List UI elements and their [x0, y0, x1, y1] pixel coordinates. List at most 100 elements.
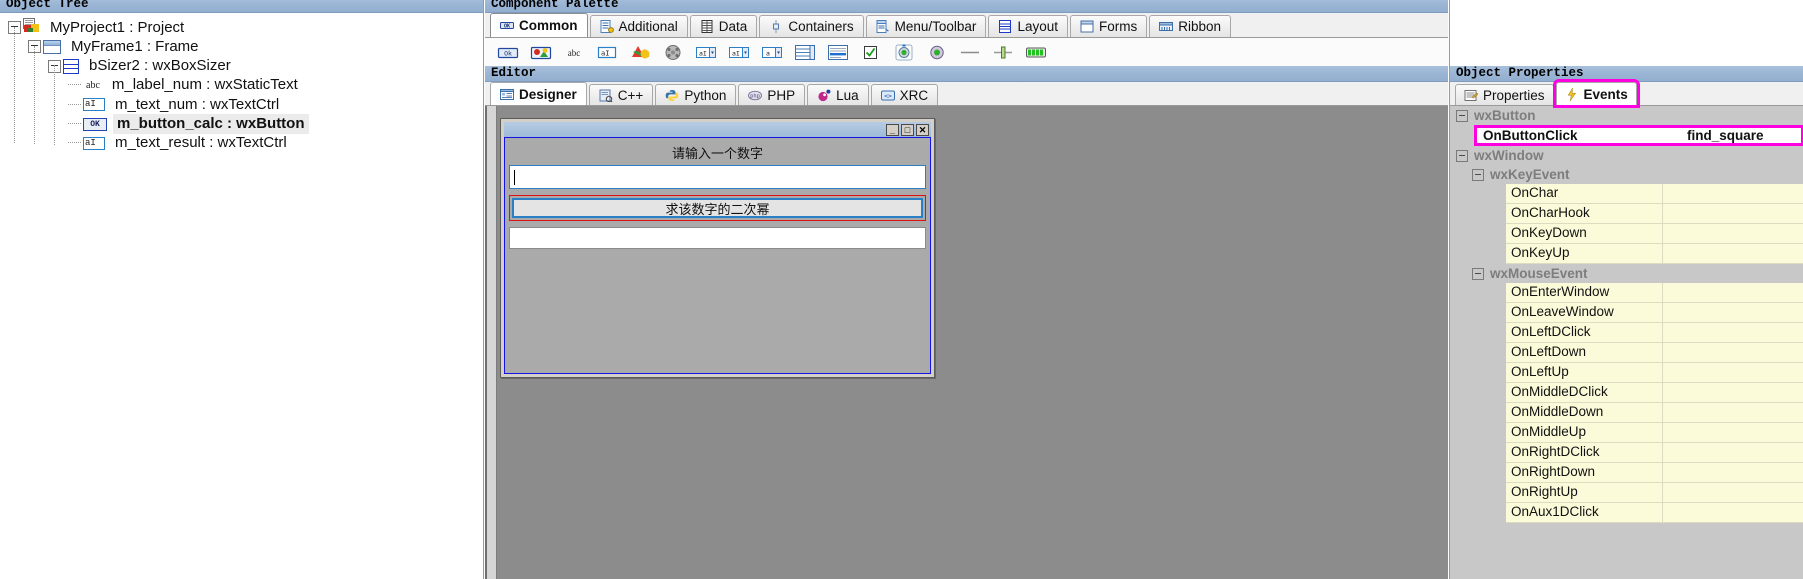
event-handler-value[interactable] — [1663, 184, 1803, 203]
event-row-OnRightUp[interactable]: OnRightUp — [1506, 483, 1803, 503]
palette-tab-containers[interactable]: Containers — [759, 15, 864, 37]
wxtogglebutton-icon[interactable] — [926, 44, 948, 61]
event-handler-value[interactable] — [1663, 323, 1803, 342]
designer-canvas[interactable]: _ □ ✕ 请输入一个数字 求该数字的二次幂 — [485, 106, 1448, 579]
tree-item-0[interactable]: MyProject1 : Project — [8, 17, 188, 38]
tree-item-3[interactable]: abc m_label_num : wxStaticText — [68, 75, 302, 96]
editor-tab-php[interactable]: php PHP — [738, 84, 806, 105]
event-group-wxKeyEvent[interactable]: wxKeyEvent — [1450, 165, 1803, 184]
palette-tab-menu-toolbar[interactable]: Menu/Toolbar — [865, 15, 987, 37]
wxlistbox-icon[interactable] — [794, 44, 816, 61]
event-row-OnKeyUp[interactable]: OnKeyUp — [1506, 244, 1803, 264]
editor-tab-python[interactable]: Python — [655, 84, 737, 105]
event-handler-value[interactable] — [1663, 383, 1803, 402]
group-collapse-icon[interactable] — [1456, 149, 1468, 162]
event-row-OnRightDown[interactable]: OnRightDown — [1506, 463, 1803, 483]
component-palette-tabs[interactable]: OK Common Additional Data Containers Menu/Too… — [485, 13, 1448, 38]
group-collapse-icon[interactable] — [1456, 109, 1468, 122]
event-row-OnLeftDown[interactable]: OnLeftDown — [1506, 343, 1803, 363]
wxstaticbitmap-icon[interactable] — [629, 44, 651, 61]
component-palette-toolbar[interactable]: Ok abc aI aI aI a — [485, 38, 1448, 68]
group-collapse-icon[interactable] — [1472, 168, 1484, 181]
event-row-OnRightDClick[interactable]: OnRightDClick — [1506, 443, 1803, 463]
palette-tab-common[interactable]: OK Common — [490, 13, 588, 37]
event-handler-value[interactable] — [1663, 204, 1803, 223]
wxcheckbox-icon[interactable] — [860, 44, 882, 61]
event-handler-value[interactable] — [1663, 463, 1803, 482]
wxtextctrl-icon[interactable]: aI — [596, 44, 618, 61]
wxchoice-icon[interactable]: aI — [728, 44, 750, 61]
event-row-OnLeftDClick[interactable]: OnLeftDClick — [1506, 323, 1803, 343]
event-handler-value[interactable]: find_square — [1682, 128, 1801, 143]
event-handler-value[interactable] — [1663, 443, 1803, 462]
event-handler-value[interactable] — [1663, 403, 1803, 422]
close-button[interactable]: ✕ — [916, 123, 929, 136]
palette-tab-forms[interactable]: Forms — [1069, 15, 1148, 37]
number-input[interactable] — [509, 165, 926, 189]
event-name: OnLeaveWindow — [1506, 303, 1663, 322]
result-input[interactable] — [509, 227, 926, 249]
event-handler-value[interactable] — [1663, 224, 1803, 243]
object-properties-tabs[interactable]: Properties Events — [1450, 79, 1803, 108]
editor-tab-lua[interactable]: Lua — [807, 84, 869, 105]
tree-item-1[interactable]: MyFrame1 : Frame — [28, 36, 203, 57]
wxanimationctrl-icon[interactable] — [662, 44, 684, 61]
event-row-OnCharHook[interactable]: OnCharHook — [1506, 204, 1803, 224]
event-handler-value[interactable] — [1663, 303, 1803, 322]
ribbon-icon — [1159, 20, 1174, 33]
event-row-OnLeftUp[interactable]: OnLeftUp — [1506, 363, 1803, 383]
editor-tab-designer[interactable]: Designer — [490, 82, 587, 105]
wxrichtextctrl-icon[interactable] — [827, 44, 849, 61]
wxradiobutton-icon[interactable] — [893, 44, 915, 61]
properties-tab-properties[interactable]: Properties — [1455, 84, 1554, 105]
wxgauge-icon[interactable] — [1025, 44, 1047, 61]
palette-tab-ribbon[interactable]: Ribbon — [1149, 15, 1232, 37]
editor-tab-c++[interactable]: C++ — [588, 84, 654, 105]
event-row-OnMiddleDown[interactable]: OnMiddleDown — [1506, 403, 1803, 423]
wxslider-icon[interactable] — [992, 44, 1014, 61]
event-row-OnChar[interactable]: OnChar — [1506, 184, 1803, 204]
event-row-OnAux1DClick[interactable]: OnAux1DClick — [1506, 503, 1803, 523]
wxstaticline-icon[interactable] — [959, 44, 981, 61]
event-row-OnEnterWindow[interactable]: OnEnterWindow — [1506, 283, 1803, 303]
palette-tab-layout[interactable]: Layout — [988, 15, 1068, 37]
minimize-button[interactable]: _ — [886, 123, 899, 136]
event-group-wxButton[interactable]: wxButton — [1450, 106, 1803, 125]
tree-item-2[interactable]: bSizer2 : wxBoxSizer — [48, 56, 235, 77]
group-collapse-icon[interactable] — [1472, 267, 1484, 280]
event-handler-value[interactable] — [1663, 244, 1803, 263]
events-grid[interactable]: wxButton OnButtonClick find_square wxWindow… — [1450, 106, 1803, 579]
properties-tab-events[interactable]: Events — [1552, 79, 1640, 108]
editor-tabs[interactable]: Designer C++ Python php PHP Lua <> XRC — [485, 82, 1448, 106]
event-group-wxWindow[interactable]: wxWindow — [1450, 146, 1803, 165]
event-handler-value[interactable] — [1663, 423, 1803, 442]
event-handler-value[interactable] — [1663, 503, 1803, 522]
tree-item-5[interactable]: OK m_button_calc : wxButton — [68, 114, 309, 135]
tree-item-6[interactable]: aI m_text_result : wxTextCtrl — [68, 133, 291, 154]
event-handler-value[interactable] — [1663, 343, 1803, 362]
tree-item-4[interactable]: aI m_text_num : wxTextCtrl — [68, 94, 283, 115]
wxbitmapcombobox-icon[interactable]: a — [761, 44, 783, 61]
event-row-OnMiddleDClick[interactable]: OnMiddleDClick — [1506, 383, 1803, 403]
event-row-OnLeaveWindow[interactable]: OnLeaveWindow — [1506, 303, 1803, 323]
palette-tab-data[interactable]: Data — [689, 15, 758, 37]
wxstatictext-icon[interactable]: abc — [563, 44, 585, 61]
palette-tab-additional[interactable]: Additional — [589, 15, 688, 37]
event-row-OnMiddleUp[interactable]: OnMiddleUp — [1506, 423, 1803, 443]
event-handler-value[interactable] — [1663, 363, 1803, 382]
palette-tab-label: Containers — [788, 19, 854, 34]
event-handler-value[interactable] — [1663, 483, 1803, 502]
event-row-OnKeyDown[interactable]: OnKeyDown — [1506, 224, 1803, 244]
event-row-OnButtonClick[interactable]: OnButtonClick find_square — [1474, 125, 1803, 146]
wxcombobox-icon[interactable]: aI — [695, 44, 717, 61]
object-tree-list[interactable]: MyProject1 : Project MyFrame1 : Frame bSiz… — [0, 13, 483, 579]
maximize-button[interactable]: □ — [901, 123, 914, 136]
event-group-wxMouseEvent[interactable]: wxMouseEvent — [1450, 264, 1803, 283]
event-name: OnMiddleUp — [1506, 423, 1663, 442]
wxbutton-icon[interactable]: Ok — [497, 44, 519, 61]
calculate-square-button[interactable]: 求该数字的二次幂 — [512, 198, 923, 218]
wxbitmapbutton-icon[interactable] — [530, 44, 552, 61]
simulated-frame[interactable]: _ □ ✕ 请输入一个数字 求该数字的二次幂 — [500, 118, 935, 378]
event-handler-value[interactable] — [1663, 283, 1803, 302]
editor-tab-xrc[interactable]: <> XRC — [870, 84, 939, 105]
